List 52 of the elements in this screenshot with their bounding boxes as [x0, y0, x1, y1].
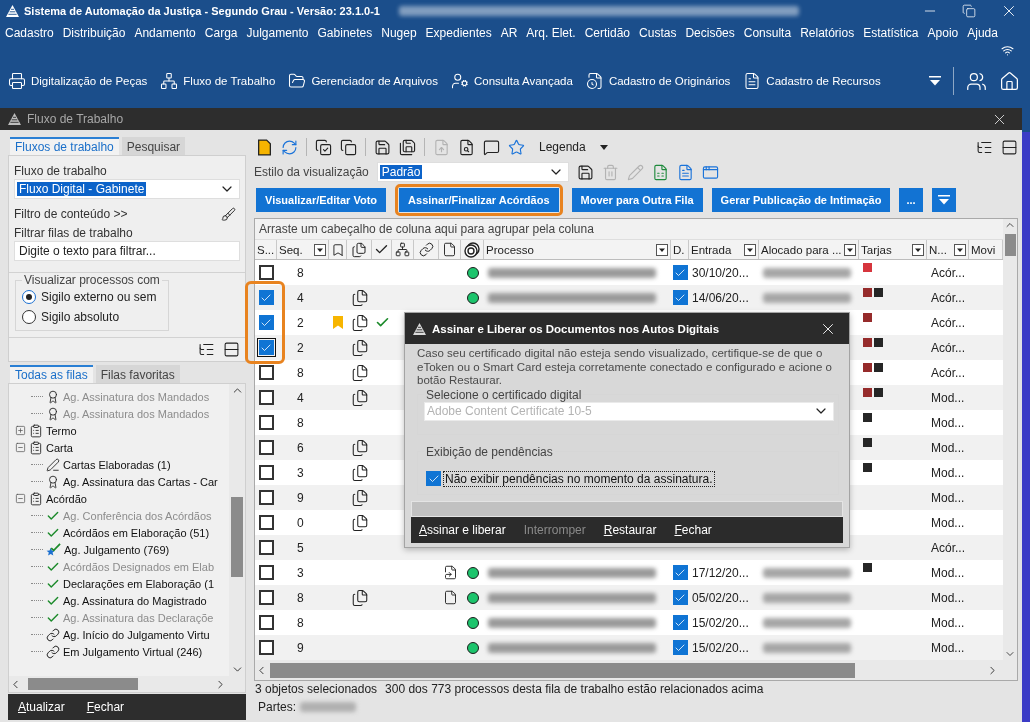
- window-title: Sistema de Automação da Justiça - Segundo Grau - Versão: 23.1.0-1: [24, 5, 380, 17]
- group-box-label: Selecione o certificado digital: [425, 387, 583, 402]
- table-cell: 05/02/20...: [692, 590, 749, 605]
- table-cell: 8: [297, 265, 304, 280]
- table-cell: Mod...: [931, 515, 965, 530]
- table-cell: Mod...: [931, 465, 965, 480]
- selection-count: 3 objetos selecionados: [255, 681, 378, 696]
- table-cell: Mod...: [931, 615, 965, 630]
- group-box-label: Visualizar processos com: [23, 273, 161, 287]
- table-cell: 30/10/20...: [692, 265, 749, 280]
- table-cell: 17/12/20...: [692, 565, 749, 580]
- group-by-hint: Arraste um cabeçalho de coluna aqui para agrupar pela coluna: [259, 222, 594, 236]
- table-cell: 3: [297, 465, 304, 480]
- table-cell: 9: [297, 640, 304, 655]
- table-cell: 4: [297, 390, 304, 405]
- dialog-title: Assinar e Liberar os Documentos nos Autos Digitais: [432, 322, 720, 335]
- table-cell: 6: [297, 440, 304, 455]
- table-cell: Mod...: [931, 390, 965, 405]
- field-label: Estilo da visualização: [254, 165, 369, 179]
- table-cell: 9: [297, 490, 304, 505]
- table-cell: 5: [297, 540, 304, 555]
- table-cell: Mod...: [931, 490, 965, 505]
- table-cell: Acór...: [931, 265, 965, 280]
- field-label: Fluxo de trabalho: [14, 164, 108, 178]
- field-label: Partes:: [258, 700, 296, 714]
- window-title: Fluxo de Trabalho: [27, 112, 124, 126]
- table-cell: 8: [297, 615, 304, 630]
- table-cell: 15/02/20...: [692, 615, 749, 630]
- status-text: 300 dos 773 processos desta fila de trabalho estão relacionados acima: [385, 681, 764, 696]
- table-cell: 0: [297, 515, 304, 530]
- table-cell: Mod...: [931, 590, 965, 605]
- table-cell: Acór...: [931, 290, 965, 305]
- table-cell: Mod...: [931, 565, 965, 580]
- table-cell: 2: [297, 340, 304, 355]
- table-cell: Mod...: [931, 415, 965, 430]
- table-cell: Acór...: [931, 315, 965, 330]
- group-box-label: Exibição de pendências: [425, 444, 554, 459]
- table-cell: Mod...: [931, 640, 965, 655]
- table-cell: 2: [297, 315, 304, 330]
- dialog-message: Caso seu certificado digital não esteja sendo visualizado, certifique-se de que o eToken ou o Smart Card esteja corretamente conectado e configurado e acione o botão Restaurar.: [417, 347, 833, 388]
- table-cell: Acór...: [931, 340, 965, 355]
- table-cell: 8: [297, 365, 304, 380]
- table-cell: Mod...: [931, 440, 965, 455]
- table-cell: Acór...: [931, 540, 965, 555]
- table-cell: 8: [297, 415, 304, 430]
- table-cell: 4: [297, 290, 304, 305]
- table-cell: 15/02/20...: [692, 640, 749, 655]
- table-cell: 14/06/20...: [692, 290, 749, 305]
- table-cell: 8: [297, 590, 304, 605]
- table-cell: Acór...: [931, 365, 965, 380]
- table-cell: 3: [297, 565, 304, 580]
- field-label: Filtrar filas de trabalho: [14, 226, 134, 240]
